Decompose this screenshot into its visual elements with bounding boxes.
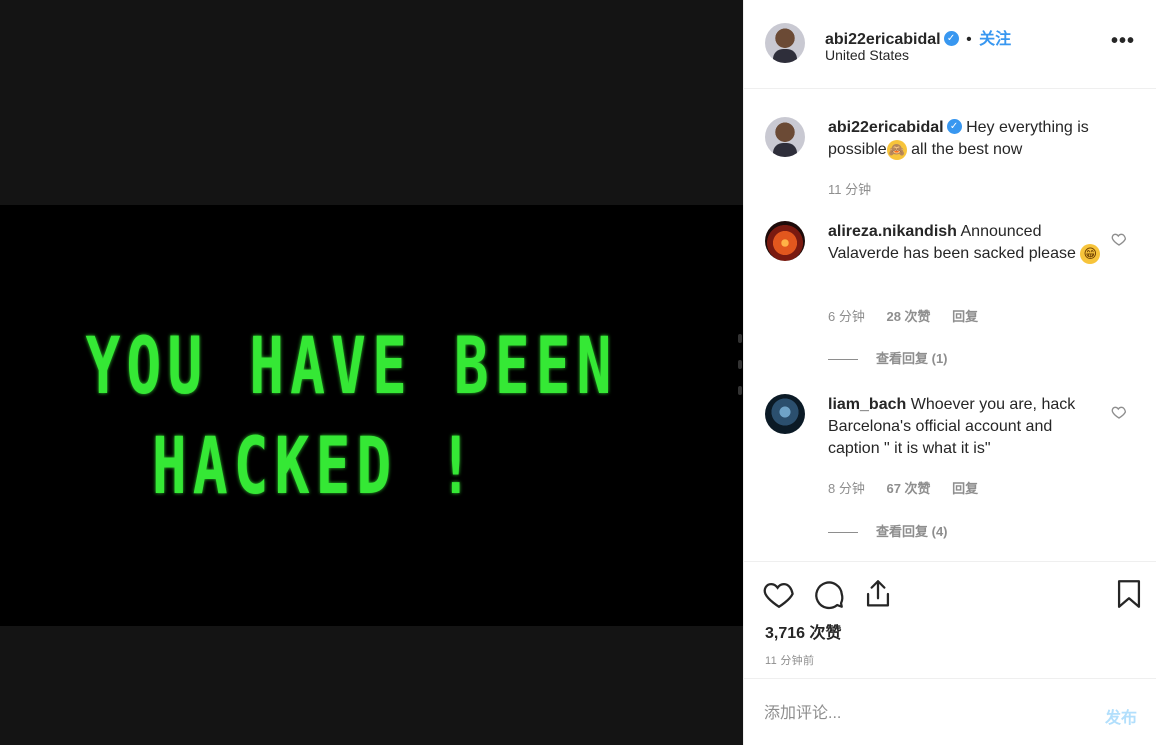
view-replies-button[interactable]: 查看回复 (4) xyxy=(828,521,948,540)
comment-username[interactable]: alireza.nikandish xyxy=(828,223,957,240)
caption-username[interactable]: abi22ericabidal xyxy=(828,119,944,136)
comment-body: alireza.nikandish Announced Valaverde ha… xyxy=(828,221,1108,265)
comment-username[interactable]: liam_bach xyxy=(828,396,906,413)
view-replies-rule xyxy=(828,359,858,361)
comment-like-heart-icon[interactable] xyxy=(1111,404,1127,420)
caption-body: abi22ericabidal ✓ Hey everything is possi… xyxy=(828,117,1108,161)
post-header: abi22ericabidal ✓ • 关注 United States ••• xyxy=(744,0,1156,89)
comment-input[interactable] xyxy=(764,702,1094,726)
likes-count[interactable]: 3,716 次赞 xyxy=(765,619,842,643)
media-text-line-2: HACKED ! xyxy=(151,420,480,512)
view-replies-label: 查看回复 (1) xyxy=(876,351,948,366)
header-separator: • xyxy=(966,31,972,48)
verified-badge-icon: ✓ xyxy=(943,31,959,47)
add-comment-section: 发布 xyxy=(744,680,1156,745)
media-text-line-1: YOU HAVE BEEN xyxy=(85,320,618,412)
grin-emoji-icon: 😁 xyxy=(1080,243,1101,264)
caption-meta: 11 分钟 xyxy=(828,179,889,198)
comment-likes[interactable]: 28 次赞 xyxy=(886,309,930,324)
caption-time[interactable]: 11 分钟 xyxy=(828,182,871,197)
post-media[interactable]: YOU HAVE BEEN HACKED ! xyxy=(0,0,743,745)
follow-button[interactable]: 关注 xyxy=(979,31,1011,48)
commenter-avatar[interactable] xyxy=(765,221,805,261)
bookmark-icon[interactable] xyxy=(1112,577,1146,611)
heart-icon[interactable] xyxy=(762,577,796,611)
post-location[interactable]: United States xyxy=(825,47,909,63)
commenter-avatar[interactable] xyxy=(765,394,805,434)
monkey-emoji-icon: 🙈 xyxy=(886,139,907,160)
comment-time[interactable]: 6 分钟 xyxy=(828,309,865,324)
comment-time[interactable]: 8 分钟 xyxy=(828,481,865,496)
reply-button[interactable]: 回复 xyxy=(952,309,978,324)
comment-meta: 6 分钟 28 次赞 回复 xyxy=(828,306,996,325)
comment-body: liam_bach Whoever you are, hack Barcelon… xyxy=(828,394,1108,460)
reply-button[interactable]: 回复 xyxy=(952,481,978,496)
media-image xyxy=(0,205,743,626)
post-comment-button[interactable]: 发布 xyxy=(1105,704,1137,728)
comments-list[interactable]: abi22ericabidal ✓ Hey everything is possi… xyxy=(744,89,1156,562)
author-line: abi22ericabidal ✓ • 关注 xyxy=(825,25,1011,49)
post-side-panel: abi22ericabidal ✓ • 关注 United States ••• … xyxy=(743,0,1156,745)
more-options-icon[interactable]: ••• xyxy=(1111,30,1135,53)
comment-likes[interactable]: 67 次赞 xyxy=(886,481,930,496)
post-time-ago[interactable]: 11 分钟前 xyxy=(765,652,814,668)
post-actions: 3,716 次赞 11 分钟前 xyxy=(744,563,1156,679)
author-avatar[interactable] xyxy=(765,23,805,63)
verified-badge-icon: ✓ xyxy=(946,119,962,135)
comment-like-heart-icon[interactable] xyxy=(1111,231,1127,247)
view-replies-label: 查看回复 (4) xyxy=(876,524,948,539)
view-replies-rule xyxy=(828,532,858,534)
caption-text-end: all the best now xyxy=(906,141,1023,158)
share-icon[interactable] xyxy=(861,577,895,611)
author-username[interactable]: abi22ericabidal xyxy=(825,31,941,48)
comment-meta: 8 分钟 67 次赞 回复 xyxy=(828,478,996,497)
view-replies-button[interactable]: 查看回复 (1) xyxy=(828,348,948,367)
caption-avatar[interactable] xyxy=(765,117,805,157)
comment-icon[interactable] xyxy=(812,577,846,611)
